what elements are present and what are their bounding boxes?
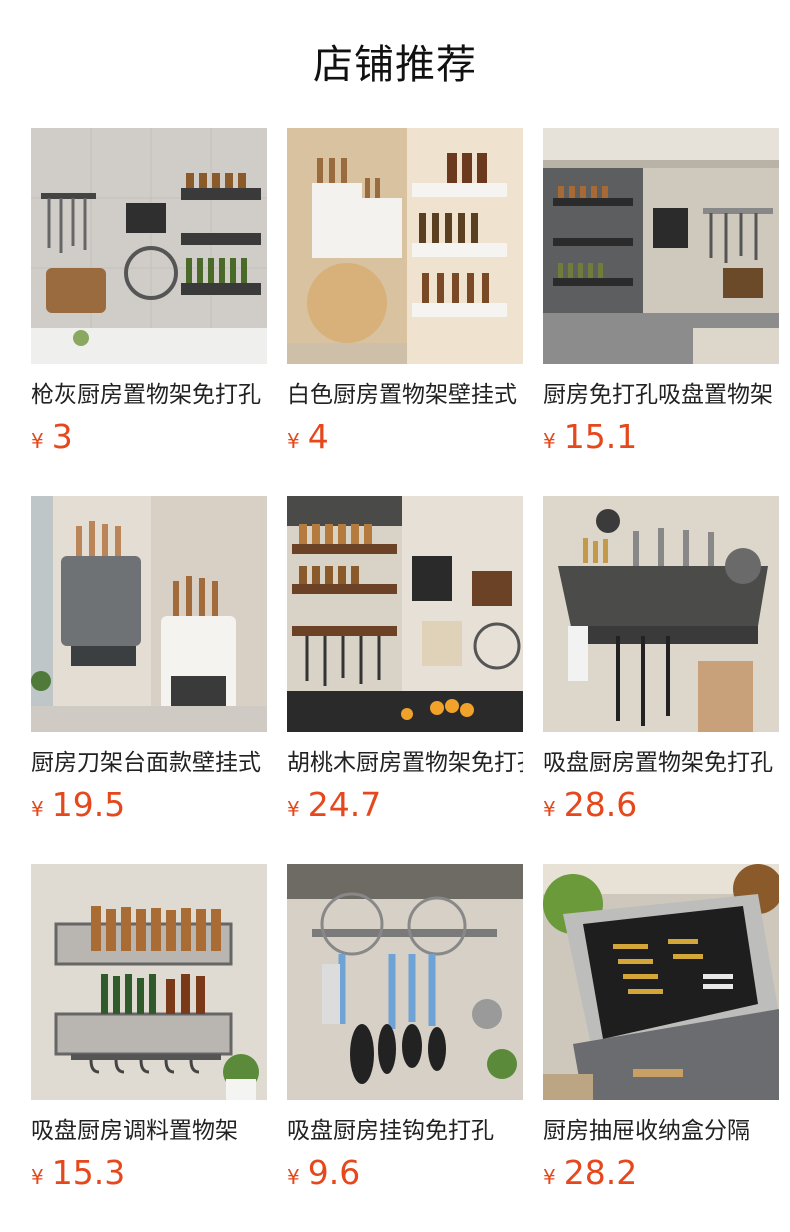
product-image[interactable] bbox=[543, 864, 779, 1100]
product-card[interactable]: 吸盘厨房调料置物架 ¥15.3 bbox=[31, 864, 267, 1204]
product-card[interactable]: 厨房刀架台面款壁挂式 ¥19.5 bbox=[31, 496, 267, 836]
product-price: ¥15.3 bbox=[31, 1152, 267, 1200]
product-card[interactable]: 厨房免打孔吸盘置物架 ¥15.1 bbox=[543, 128, 779, 468]
currency-symbol: ¥ bbox=[543, 1165, 556, 1189]
price-value: 28.6 bbox=[563, 785, 638, 824]
product-image[interactable] bbox=[31, 496, 267, 732]
currency-symbol: ¥ bbox=[287, 429, 300, 453]
product-price: ¥28.2 bbox=[543, 1152, 779, 1200]
price-value: 15.3 bbox=[51, 1153, 126, 1192]
product-image[interactable] bbox=[287, 128, 523, 364]
price-value: 3 bbox=[51, 417, 73, 456]
price-value: 9.6 bbox=[307, 1153, 361, 1192]
product-name[interactable]: 吸盘厨房置物架免打孔 bbox=[543, 746, 779, 780]
price-value: 19.5 bbox=[51, 785, 126, 824]
currency-symbol: ¥ bbox=[31, 429, 44, 453]
product-card[interactable]: 白色厨房置物架壁挂式 ¥4 bbox=[287, 128, 523, 468]
product-price: ¥19.5 bbox=[31, 784, 267, 832]
product-image[interactable] bbox=[287, 864, 523, 1100]
product-name[interactable]: 吸盘厨房挂钩免打孔 bbox=[287, 1114, 523, 1148]
currency-symbol: ¥ bbox=[287, 1165, 300, 1189]
product-image[interactable] bbox=[543, 496, 779, 732]
price-value: 4 bbox=[307, 417, 329, 456]
currency-symbol: ¥ bbox=[31, 797, 44, 821]
product-image[interactable] bbox=[31, 864, 267, 1100]
product-card[interactable]: 厨房抽屉收纳盒分隔 ¥28.2 bbox=[543, 864, 779, 1204]
product-card[interactable]: 枪灰厨房置物架免打孔 ¥3 bbox=[31, 128, 267, 468]
product-image[interactable] bbox=[287, 496, 523, 732]
product-image[interactable] bbox=[31, 128, 267, 364]
product-name[interactable]: 胡桃木厨房置物架免打孔 bbox=[287, 746, 523, 780]
product-price: ¥3 bbox=[31, 416, 267, 464]
price-value: 28.2 bbox=[563, 1153, 638, 1192]
product-name[interactable]: 吸盘厨房调料置物架 bbox=[31, 1114, 267, 1148]
product-name[interactable]: 厨房刀架台面款壁挂式 bbox=[31, 746, 267, 780]
product-card[interactable]: 吸盘厨房置物架免打孔 ¥28.6 bbox=[543, 496, 779, 836]
product-card[interactable]: 吸盘厨房挂钩免打孔 ¥9.6 bbox=[287, 864, 523, 1204]
product-name[interactable]: 厨房免打孔吸盘置物架 bbox=[543, 378, 779, 412]
product-name[interactable]: 厨房抽屉收纳盒分隔 bbox=[543, 1114, 779, 1148]
product-image[interactable] bbox=[543, 128, 779, 364]
currency-symbol: ¥ bbox=[543, 797, 556, 821]
product-price: ¥24.7 bbox=[287, 784, 523, 832]
product-name[interactable]: 白色厨房置物架壁挂式 bbox=[287, 378, 523, 412]
currency-symbol: ¥ bbox=[31, 1165, 44, 1189]
product-name[interactable]: 枪灰厨房置物架免打孔 bbox=[31, 378, 267, 412]
currency-symbol: ¥ bbox=[543, 429, 556, 453]
product-price: ¥28.6 bbox=[543, 784, 779, 832]
product-price: ¥15.1 bbox=[543, 416, 779, 464]
currency-symbol: ¥ bbox=[287, 797, 300, 821]
page-title: 店铺推荐 bbox=[313, 42, 477, 88]
price-value: 24.7 bbox=[307, 785, 382, 824]
product-card[interactable]: 胡桃木厨房置物架免打孔 ¥24.7 bbox=[287, 496, 523, 836]
price-value: 15.1 bbox=[563, 417, 638, 456]
product-price: ¥4 bbox=[287, 416, 523, 464]
product-price: ¥9.6 bbox=[287, 1152, 523, 1200]
